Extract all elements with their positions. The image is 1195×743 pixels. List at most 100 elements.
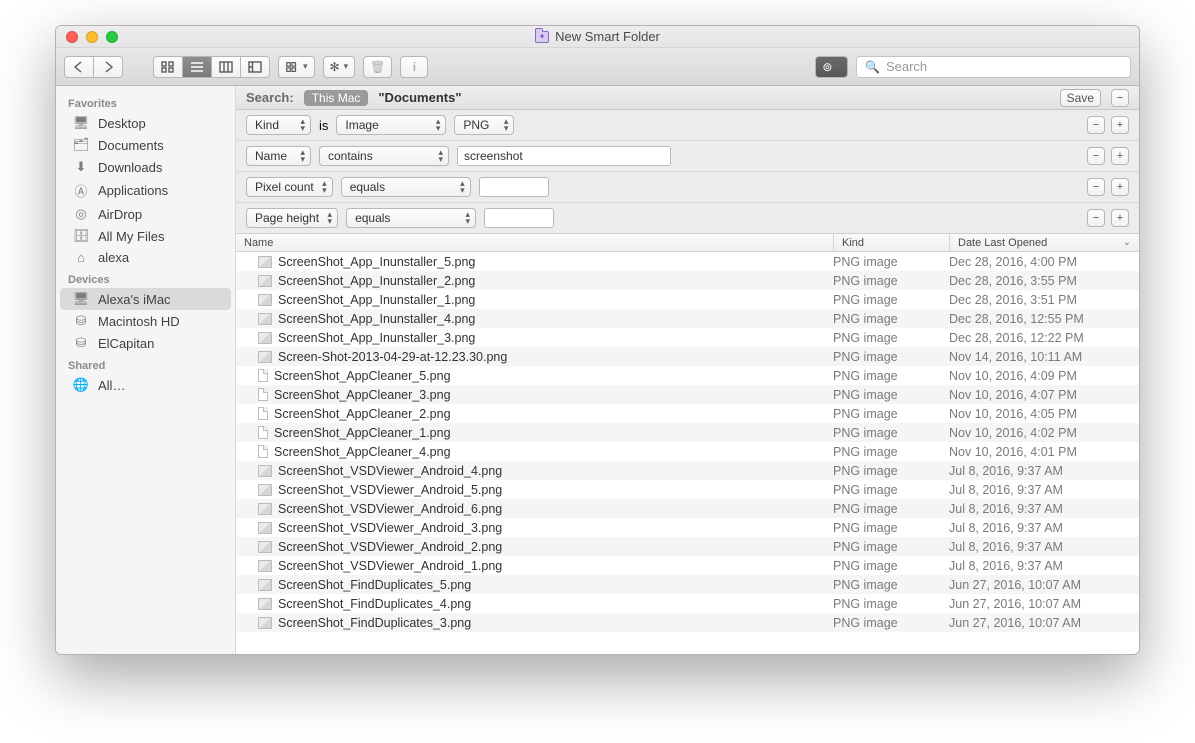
remove-criteria-button[interactable]: − [1087,209,1105,227]
table-row[interactable]: ScreenShot_App_Inunstaller_4.pngPNG imag… [236,309,1139,328]
criteria-select[interactable]: Image▴▾ [336,115,446,135]
sidebar-item-all-my-files[interactable]: 🗄All My Files [60,225,231,247]
remove-criteria-button[interactable]: − [1087,147,1105,165]
table-row[interactable]: ScreenShot_FindDuplicates_4.pngPNG image… [236,594,1139,613]
sidebar-item-airdrop[interactable]: ◎AirDrop [60,203,231,225]
main-pane: Search: This Mac "Documents" Save − Kind… [236,86,1139,654]
view-gallery-button[interactable] [241,56,270,78]
add-criteria-button[interactable]: + [1111,209,1129,227]
table-row[interactable]: ScreenShot_VSDViewer_Android_4.pngPNG im… [236,461,1139,480]
sidebar-item-alexa-s-imac[interactable]: 🖥Alexa's iMac [60,288,231,310]
file-name-label: ScreenShot_AppCleaner_4.png [274,445,451,459]
table-row[interactable]: ScreenShot_App_Inunstaller_3.pngPNG imag… [236,328,1139,347]
sidebar-item-desktop[interactable]: 🖥Desktop [60,112,231,134]
criteria-select[interactable]: Pixel count▴▾ [246,177,333,197]
file-kind-label: PNG image [833,464,949,478]
column-kind[interactable]: Kind [833,234,949,251]
sidebar-item-label: alexa [98,250,129,265]
sidebar-item-elcapitan[interactable]: ⛁ElCapitan [60,332,231,354]
scope-bar: Search: This Mac "Documents" Save − [236,86,1139,110]
table-row[interactable]: ScreenShot_App_Inunstaller_2.png PNG imag… [236,271,1139,290]
column-name[interactable]: Name [236,234,833,251]
file-icon [258,541,272,553]
criteria-select[interactable]: PNG▴▾ [454,115,514,135]
table-row[interactable]: ScreenShot_VSDViewer_Android_5.pngPNG im… [236,480,1139,499]
add-criteria-button[interactable]: + [1111,116,1129,134]
file-name-label: ScreenShot_AppCleaner_5.png [274,369,451,383]
criteria-input[interactable] [484,208,554,228]
scope-documents[interactable]: "Documents" [378,90,461,105]
table-row[interactable]: ScreenShot_VSDViewer_Android_6.pngPNG im… [236,499,1139,518]
table-row[interactable]: ScreenShot_AppCleaner_1.pngPNG imageNov … [236,423,1139,442]
table-row[interactable]: ScreenShot_AppCleaner_5.pngPNG imageNov … [236,366,1139,385]
file-name-label: ScreenShot_App_Inunstaller_2.png [278,274,475,288]
sidebar-item-applications[interactable]: ⒶApplications [60,178,231,203]
sidebar-item-label: Applications [98,183,168,198]
criteria-select[interactable]: equals▴▾ [341,177,471,197]
file-date-label: Nov 10, 2016, 4:02 PM [949,426,1139,440]
sidebar-item-alexa[interactable]: ⌂alexa [60,247,231,268]
table-row[interactable]: ScreenShot_VSDViewer_Android_1.pngPNG im… [236,556,1139,575]
criteria-select[interactable]: Kind▴▾ [246,115,311,135]
forward-button[interactable] [94,56,123,78]
info-icon: i [413,60,416,74]
scope-minus-button[interactable]: − [1111,89,1129,107]
view-list-button[interactable] [183,56,212,78]
file-date-label: Jul 8, 2016, 9:37 AM [949,559,1139,573]
disk-icon: ⛁ [72,335,90,351]
file-name-label: ScreenShot_VSDViewer_Android_5.png [278,483,502,497]
table-row[interactable]: ScreenShot_VSDViewer_Android_3.pngPNG im… [236,518,1139,537]
criteria-select[interactable]: contains▴▾ [319,146,449,166]
column-header: Name Kind Date Last Opened ⌄ [236,234,1139,252]
window-title: ✦ New Smart Folder [56,29,1139,44]
add-criteria-button[interactable]: + [1111,147,1129,165]
criteria-select[interactable]: Name▴▾ [246,146,311,166]
table-row[interactable]: ScreenShot_FindDuplicates_5.pngPNG image… [236,575,1139,594]
sidebar-item-label: Downloads [98,160,162,175]
file-kind-label: PNG image [833,255,949,269]
arrange-button[interactable] [278,56,315,78]
sidebar-item-documents[interactable]: 🗂Documents [60,134,231,156]
sidebar-item-macintosh-hd[interactable]: ⛁Macintosh HD [60,310,231,332]
table-row[interactable]: ScreenShot_App_Inunstaller_1.pngPNG imag… [236,290,1139,309]
remove-criteria-button[interactable]: − [1087,178,1105,196]
remove-criteria-button[interactable]: − [1087,116,1105,134]
table-row[interactable]: ScreenShot_App_Inunstaller_5.pngPNG imag… [236,252,1139,271]
file-date-label: Nov 10, 2016, 4:05 PM [949,407,1139,421]
criteria-select[interactable]: equals▴▾ [346,208,476,228]
sidebar-item-label: AirDrop [98,207,142,222]
info-button[interactable]: i [400,56,428,78]
column-date[interactable]: Date Last Opened ⌄ [949,234,1139,251]
documents-icon: 🗂 [72,137,90,153]
sidebar-item-downloads[interactable]: ⬇Downloads [60,156,231,178]
window-title-label: New Smart Folder [555,29,660,44]
file-icon [258,617,272,629]
action-button[interactable]: ✻ [323,56,356,78]
back-button[interactable] [64,56,94,78]
file-date-label: Jul 8, 2016, 9:37 AM [949,521,1139,535]
table-row[interactable]: ScreenShot_AppCleaner_4.pngPNG imageNov … [236,442,1139,461]
search-input[interactable]: 🔍 Search [856,56,1131,78]
view-columns-button[interactable] [212,56,241,78]
file-kind-label: PNG image [833,274,949,288]
criteria-select[interactable]: Page height▴▾ [246,208,338,228]
file-date-label: Dec 28, 2016, 3:51 PM [949,293,1139,307]
save-button[interactable]: Save [1060,89,1101,107]
file-date-label: Nov 10, 2016, 4:09 PM [949,369,1139,383]
file-name-label: ScreenShot_FindDuplicates_5.png [278,578,471,592]
add-criteria-button[interactable]: + [1111,178,1129,196]
table-row[interactable]: ScreenShot_AppCleaner_2.pngPNG imageNov … [236,404,1139,423]
table-row[interactable]: ScreenShot_VSDViewer_Android_2.pngPNG im… [236,537,1139,556]
table-row[interactable]: ScreenShot_AppCleaner_3.pngPNG imageNov … [236,385,1139,404]
file-list[interactable]: ScreenShot_App_Inunstaller_5.pngPNG imag… [236,252,1139,654]
table-row[interactable]: ScreenShot_FindDuplicates_3.pngPNG image… [236,613,1139,632]
criteria-input[interactable] [479,177,549,197]
trash-button[interactable]: 🗑 [363,56,392,78]
view-icons-button[interactable] [153,56,183,78]
scope-this-mac[interactable]: This Mac [304,90,369,106]
sidebar-item-label: All… [98,378,125,393]
table-row[interactable]: Screen-Shot-2013-04-29-at-12.23.30.pngPN… [236,347,1139,366]
dropbox-button[interactable]: ⊚ [815,56,848,78]
criteria-input[interactable]: screenshot [457,146,671,166]
sidebar-item-all-[interactable]: 🌐All… [60,374,231,396]
